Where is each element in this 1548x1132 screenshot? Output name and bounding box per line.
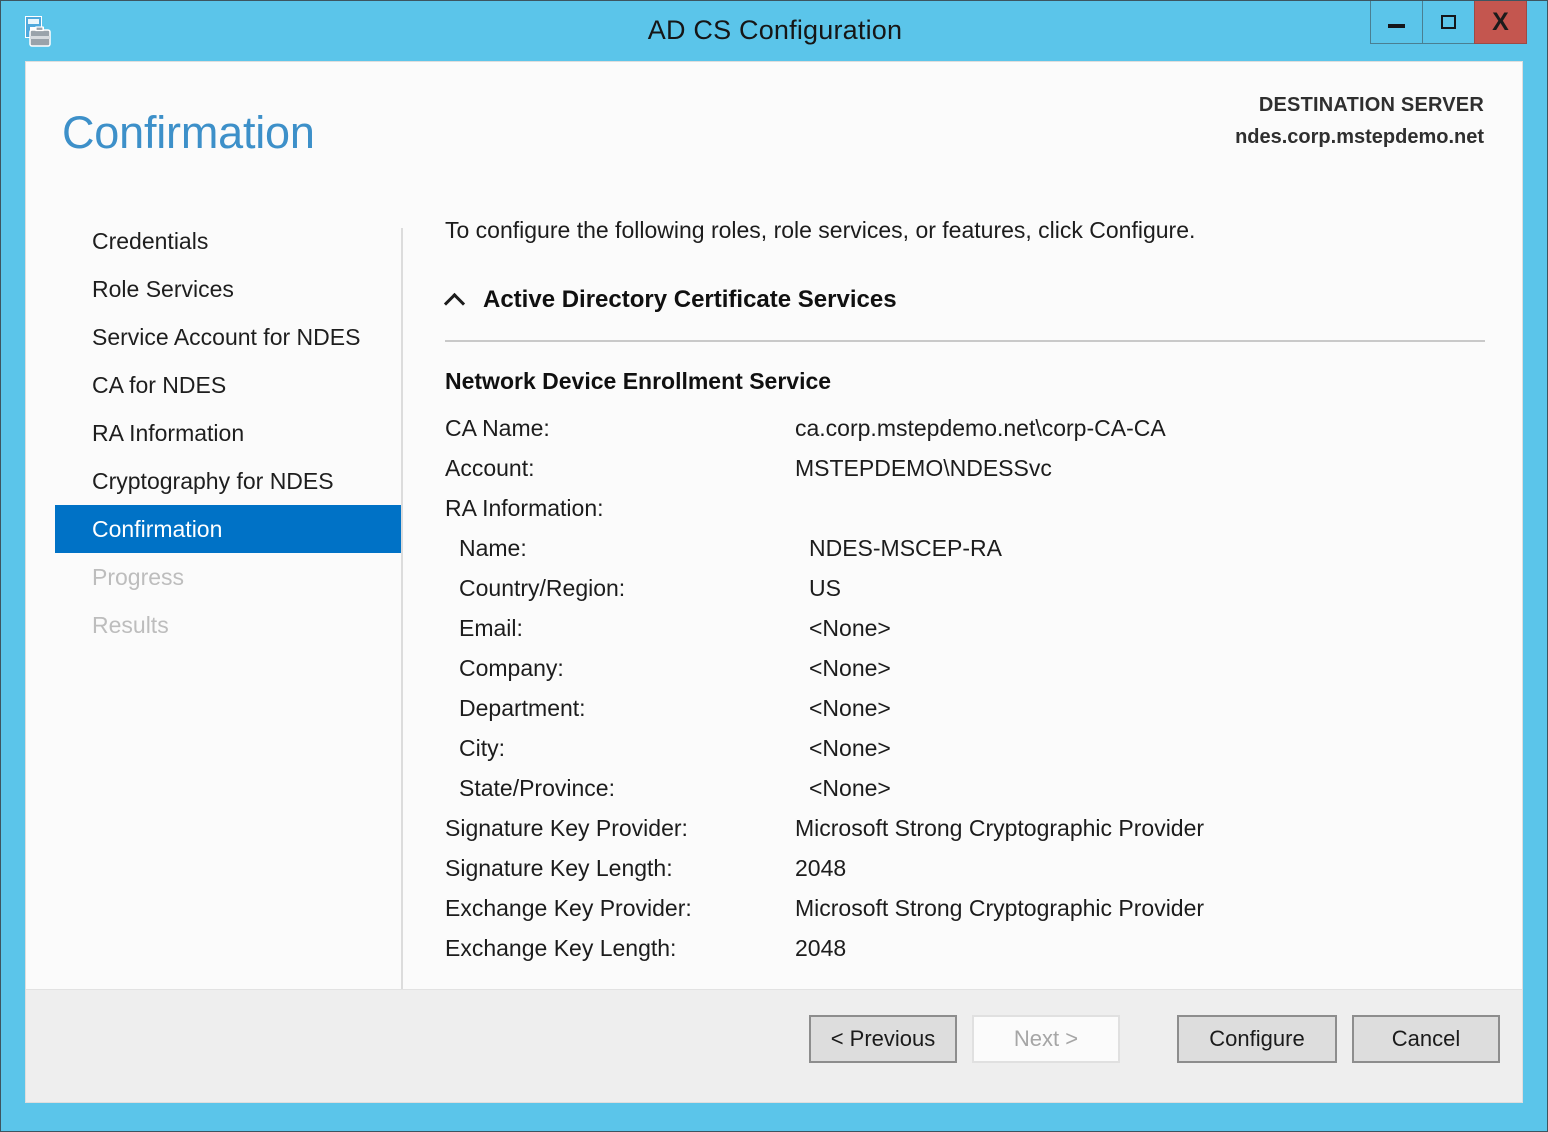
- row-key: Company:: [445, 655, 809, 682]
- table-row: Name: NDES-MSCEP-RA: [445, 528, 1485, 568]
- table-row: Email: <None>: [445, 608, 1485, 648]
- minimize-icon: [1388, 24, 1405, 28]
- row-value: MSTEPDEMO\NDESSvc: [795, 455, 1052, 482]
- sidebar-item-role-services[interactable]: Role Services: [26, 265, 401, 313]
- row-key: City:: [445, 735, 809, 762]
- sidebar-item-progress: Progress: [26, 553, 401, 601]
- row-key: Name:: [445, 535, 809, 562]
- row-key: RA Information:: [445, 495, 795, 522]
- table-row: CA Name: ca.corp.mstepdemo.net\corp-CA-C…: [445, 408, 1485, 448]
- close-icon: X: [1492, 10, 1509, 35]
- row-value: US: [809, 575, 841, 602]
- table-row: Country/Region: US: [445, 568, 1485, 608]
- wizard-sidebar: Credentials Role Services Service Accoun…: [26, 217, 401, 649]
- wizard-button-row: < Previous Next > Configure Cancel: [809, 1015, 1500, 1063]
- table-row: Signature Key Length: 2048: [445, 848, 1485, 888]
- sidebar-item-confirmation[interactable]: Confirmation: [55, 505, 401, 553]
- previous-button[interactable]: < Previous: [809, 1015, 957, 1063]
- row-key: Email:: [445, 615, 809, 642]
- row-value: Microsoft Strong Cryptographic Provider: [795, 815, 1204, 842]
- row-value: <None>: [809, 615, 891, 642]
- table-row: Exchange Key Provider: Microsoft Strong …: [445, 888, 1485, 928]
- row-key: Account:: [445, 455, 795, 482]
- window-controls: X: [1371, 1, 1527, 45]
- intro-text: To configure the following roles, role s…: [445, 217, 1485, 244]
- sidebar-item-cryptography-for-ndes[interactable]: Cryptography for NDES: [26, 457, 401, 505]
- row-key: Signature Key Length:: [445, 855, 795, 882]
- chevron-up-icon[interactable]: [445, 289, 467, 311]
- row-value: 2048: [795, 935, 846, 962]
- table-row: RA Information:: [445, 488, 1485, 528]
- section-divider: [445, 340, 1485, 342]
- client-area: Confirmation DESTINATION SERVER ndes.cor…: [25, 61, 1523, 1103]
- row-key: State/Province:: [445, 775, 809, 802]
- row-value: <None>: [809, 775, 891, 802]
- footer-bar: < Previous Next > Configure Cancel: [26, 989, 1523, 1102]
- title-bar: AD CS Configuration X: [1, 1, 1548, 61]
- sidebar-divider: [401, 228, 403, 1052]
- sidebar-item-service-account-for-ndes[interactable]: Service Account for NDES: [26, 313, 401, 361]
- page-title: Confirmation: [62, 107, 315, 159]
- maximize-button[interactable]: [1422, 1, 1475, 44]
- ad-cs-configuration-window: AD CS Configuration X Confirmation DESTI…: [0, 0, 1548, 1132]
- table-row: Department: <None>: [445, 688, 1485, 728]
- summary-rows: CA Name: ca.corp.mstepdemo.net\corp-CA-C…: [445, 408, 1485, 968]
- row-value: NDES-MSCEP-RA: [809, 535, 1002, 562]
- table-row: Signature Key Provider: Microsoft Strong…: [445, 808, 1485, 848]
- table-row: Account: MSTEPDEMO\NDESSvc: [445, 448, 1485, 488]
- table-row: Exchange Key Length: 2048: [445, 928, 1485, 968]
- window-title: AD CS Configuration: [1, 1, 1548, 61]
- sidebar-item-ca-for-ndes[interactable]: CA for NDES: [26, 361, 401, 409]
- row-value: <None>: [809, 695, 891, 722]
- table-row: State/Province: <None>: [445, 768, 1485, 808]
- row-value: <None>: [809, 655, 891, 682]
- subsection-title: Network Device Enrollment Service: [445, 368, 1485, 395]
- row-value: Microsoft Strong Cryptographic Provider: [795, 895, 1204, 922]
- configure-button[interactable]: Configure: [1177, 1015, 1337, 1063]
- row-key: Exchange Key Provider:: [445, 895, 795, 922]
- destination-server-label: DESTINATION SERVER: [1235, 94, 1484, 117]
- main-content: To configure the following roles, role s…: [445, 217, 1485, 968]
- maximize-icon: [1441, 15, 1456, 29]
- table-row: Company: <None>: [445, 648, 1485, 688]
- cancel-button[interactable]: Cancel: [1352, 1015, 1500, 1063]
- sidebar-item-results: Results: [26, 601, 401, 649]
- row-key: CA Name:: [445, 415, 795, 442]
- sidebar-item-credentials[interactable]: Credentials: [26, 217, 401, 265]
- section-header-active-directory-certificate-services[interactable]: Active Directory Certificate Services: [445, 286, 1485, 314]
- row-key: Exchange Key Length:: [445, 935, 795, 962]
- destination-server-name: ndes.corp.mstepdemo.net: [1235, 126, 1484, 149]
- section-title: Active Directory Certificate Services: [483, 286, 897, 314]
- row-key: Department:: [445, 695, 809, 722]
- minimize-button[interactable]: [1370, 1, 1423, 44]
- row-value: 2048: [795, 855, 846, 882]
- page-header: Confirmation DESTINATION SERVER ndes.cor…: [26, 62, 1523, 210]
- close-button[interactable]: X: [1474, 1, 1527, 44]
- row-value: ca.corp.mstepdemo.net\corp-CA-CA: [795, 415, 1166, 442]
- destination-server-block: DESTINATION SERVER ndes.corp.mstepdemo.n…: [1235, 94, 1484, 149]
- row-key: Country/Region:: [445, 575, 809, 602]
- row-value: <None>: [809, 735, 891, 762]
- table-row: City: <None>: [445, 728, 1485, 768]
- next-button: Next >: [972, 1015, 1120, 1063]
- row-key: Signature Key Provider:: [445, 815, 795, 842]
- sidebar-item-ra-information[interactable]: RA Information: [26, 409, 401, 457]
